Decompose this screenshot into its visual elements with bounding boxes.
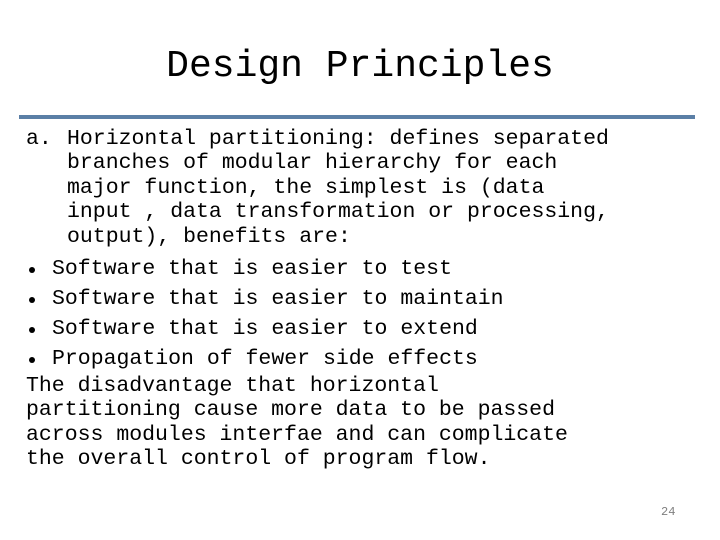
closing-line: partitioning cause more data to be passe… bbox=[26, 398, 555, 423]
list-item: Software that is easier to test bbox=[26, 254, 716, 284]
closing-line: across modules interfae and can complica… bbox=[26, 422, 568, 447]
item-a-marker: a. bbox=[26, 127, 52, 151]
item-a-line: Horizontal partitioning: defines separat… bbox=[67, 127, 609, 151]
item-a-line: output), benefits are: bbox=[67, 224, 351, 249]
list-item: Propagation of fewer side effects bbox=[26, 344, 716, 374]
page-number: 24 bbox=[661, 505, 676, 519]
title-divider bbox=[19, 115, 695, 119]
slide-title: Design Principles bbox=[166, 45, 554, 88]
closing-paragraph: The disadvantage that horizontal partiti… bbox=[26, 374, 716, 472]
item-a-line: branches of modular hierarchy for each bbox=[67, 151, 558, 176]
list-item-text: Propagation of fewer side effects bbox=[52, 346, 478, 371]
bullet-icon bbox=[26, 254, 52, 284]
item-a-text: Horizontal partitioning: defines separat… bbox=[67, 127, 716, 249]
closing-line: the overall control of program flow. bbox=[26, 447, 491, 472]
list-item: Software that is easier to extend bbox=[26, 314, 716, 344]
list-item-text: Software that is easier to test bbox=[52, 256, 452, 281]
bullet-icon bbox=[26, 284, 52, 314]
list-item-text: Software that is easier to extend bbox=[52, 316, 478, 341]
list-item: Software that is easier to maintain bbox=[26, 284, 716, 314]
benefits-list: Software that is easier to test Software… bbox=[26, 254, 716, 374]
bullet-icon bbox=[26, 344, 52, 374]
bullet-icon bbox=[26, 314, 52, 344]
item-a-line: major function, the simplest is (data bbox=[67, 175, 545, 200]
slide-body: a. Horizontal partitioning: defines sepa… bbox=[26, 127, 716, 472]
item-a: a. Horizontal partitioning: defines sepa… bbox=[26, 127, 716, 249]
closing-line: The disadvantage that horizontal bbox=[26, 373, 439, 398]
item-a-line: input , data transformation or processin… bbox=[67, 200, 609, 225]
list-item-text: Software that is easier to maintain bbox=[52, 286, 504, 311]
